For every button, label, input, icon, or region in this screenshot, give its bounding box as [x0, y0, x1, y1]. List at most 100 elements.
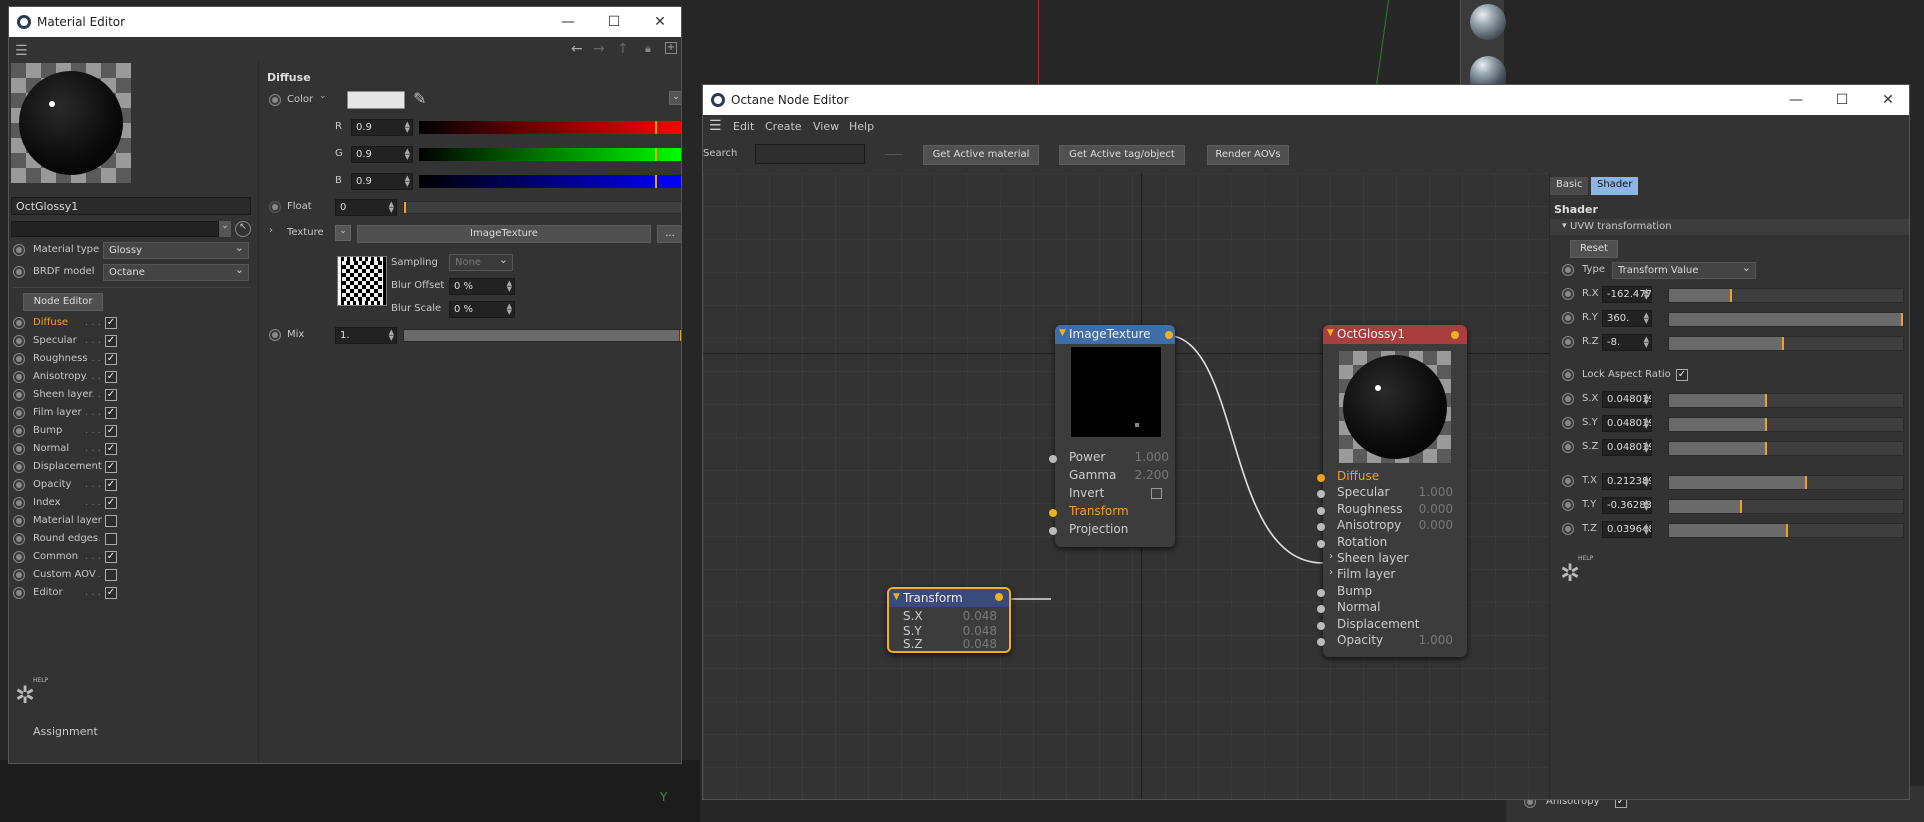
lock-aspect-checkbox[interactable]: ✓	[1676, 369, 1688, 381]
attribute-radio[interactable]	[1562, 499, 1574, 511]
attribute-radio[interactable]	[1562, 312, 1574, 324]
layer-dropdown-icon[interactable]: ⌄	[219, 221, 231, 237]
mix-radio[interactable]	[269, 329, 281, 341]
float-slider-handle[interactable]	[404, 202, 406, 213]
channel-checkbox[interactable]: ✓	[105, 479, 117, 491]
channel-radio[interactable]	[13, 425, 25, 437]
channel-radio[interactable]	[13, 533, 25, 545]
imagetexture-output-port[interactable]	[1165, 331, 1173, 339]
blur-offset-field[interactable]: 0 % ▲ ▼	[449, 278, 515, 295]
channel-radio[interactable]	[13, 461, 25, 473]
attribute-slider-handle[interactable]	[1765, 394, 1768, 407]
attribute-slider[interactable]	[1668, 393, 1904, 408]
attribute-slider[interactable]	[1668, 312, 1904, 327]
float-value-field[interactable]: 0 ▲ ▼	[335, 199, 397, 216]
octglossy-input-port[interactable]	[1317, 605, 1325, 614]
octglossy-input-port[interactable]	[1317, 539, 1325, 548]
node-graph-canvas[interactable]: ▼ ImageTexture Power 1.000 Gamma 2.200 In…	[703, 173, 1549, 799]
channel-radio[interactable]	[13, 587, 25, 599]
attribute-slider[interactable]	[1668, 288, 1904, 303]
channel-label[interactable]: Diffuse	[33, 317, 68, 328]
channel-label[interactable]: Roughness	[33, 353, 88, 364]
attribute-slider-handle[interactable]	[1739, 500, 1742, 513]
channel-label[interactable]: Anisotropy	[33, 371, 86, 382]
search-input[interactable]	[755, 144, 865, 164]
eyedropper-icon[interactable]: ✎	[413, 89, 426, 108]
transform-output-port[interactable]	[995, 593, 1003, 601]
expand-arrow-icon[interactable]: ⌄	[319, 91, 327, 101]
attribute-value-field[interactable]: -162.4778▲▼	[1602, 286, 1652, 303]
channel-checkbox[interactable]: ✓	[105, 371, 117, 383]
attribute-slider-handle[interactable]	[1786, 524, 1789, 537]
octglossy-input-port[interactable]	[1317, 506, 1325, 515]
texture-dropdown-icon[interactable]: ⌄	[335, 225, 351, 241]
collapse-triangle-icon[interactable]: ▼	[1327, 328, 1334, 338]
tab-basic[interactable]: Basic	[1550, 177, 1589, 195]
minimize-icon[interactable]: —	[557, 11, 579, 33]
channel-checkbox[interactable]: ✓	[105, 389, 117, 401]
channel-checkbox[interactable]	[105, 533, 117, 545]
channel-checkbox[interactable]: ✓	[105, 461, 117, 473]
channel-radio[interactable]	[13, 407, 25, 419]
transform-node-header[interactable]: ▼ Transform	[889, 589, 1009, 607]
color-radio[interactable]	[269, 94, 281, 106]
back-arrow-icon[interactable]: ←	[571, 41, 583, 57]
type-select[interactable]: Transform Value	[1612, 261, 1756, 279]
channel-checkbox[interactable]: ✓	[105, 407, 117, 419]
octglossy-node-header[interactable]: ▼ OctGlossy1	[1323, 325, 1467, 344]
attribute-slider-handle[interactable]	[1765, 418, 1768, 431]
color-mode-dropdown-icon[interactable]: ⌄	[669, 91, 681, 105]
octane-help-icon[interactable]: ✲ HELP	[1558, 555, 1593, 587]
float-slider[interactable]	[403, 201, 681, 214]
assignment-tab[interactable]: Assignment	[33, 725, 98, 738]
transform-input-port[interactable]	[1049, 509, 1057, 517]
channel-label[interactable]: Specular	[33, 335, 77, 346]
channel-radio[interactable]	[13, 335, 25, 347]
channel-checkbox[interactable]: ✓	[105, 317, 117, 329]
mix-value-field[interactable]: 1. ▲ ▼	[335, 327, 397, 344]
channel-checkbox[interactable]: ✓	[105, 587, 117, 599]
octglossy-node[interactable]: ▼ OctGlossy1 Diffuse Specular 1.000 Roughnes…	[1317, 325, 1467, 657]
attribute-value-field[interactable]: 0.039648 ▲ ▼	[1602, 521, 1652, 538]
blur-scale-field[interactable]: 0 % ▲ ▼	[449, 301, 515, 318]
menu-create[interactable]: Create	[765, 120, 802, 133]
attribute-slider-handle[interactable]	[1901, 313, 1903, 326]
invert-checkbox[interactable]	[1151, 488, 1162, 499]
expand-arrow-icon[interactable]: ›	[1329, 567, 1333, 578]
attribute-radio[interactable]	[1562, 523, 1574, 535]
mix-slider-handle[interactable]	[680, 330, 681, 341]
menu-help[interactable]: Help	[849, 120, 874, 133]
attribute-slider-handle[interactable]	[1781, 337, 1784, 350]
b-slider-handle[interactable]	[654, 175, 657, 188]
material-layer-field[interactable]	[11, 221, 219, 237]
menu-edit[interactable]: Edit	[733, 120, 754, 133]
texture-thumbnail[interactable]	[337, 256, 387, 306]
r-value-field[interactable]: 0.9 ▲ ▼	[351, 119, 413, 136]
attribute-slider[interactable]	[1668, 523, 1904, 538]
octglossy-output-port[interactable]	[1451, 331, 1459, 339]
material-preview[interactable]	[11, 63, 131, 183]
channel-checkbox[interactable]: ✓	[105, 425, 117, 437]
attribute-value-field[interactable]: 0.048019 ▲ ▼	[1602, 391, 1652, 408]
channel-radio[interactable]	[13, 443, 25, 455]
channel-label[interactable]: Sheen layer	[33, 389, 93, 400]
channel-checkbox[interactable]: ✓	[105, 443, 117, 455]
channel-checkbox[interactable]: ✓	[105, 551, 117, 563]
attribute-slider-handle[interactable]	[1805, 476, 1808, 489]
material-preview-thumb[interactable]	[1470, 56, 1506, 86]
node-editor-button[interactable]: Node Editor	[23, 293, 103, 311]
forward-arrow-icon[interactable]: →	[593, 41, 605, 57]
projection-input-port[interactable]	[1049, 527, 1057, 535]
channel-radio[interactable]	[13, 317, 25, 329]
attribute-slider[interactable]	[1668, 499, 1904, 514]
octglossy-input-port[interactable]	[1317, 523, 1325, 532]
maximize-icon[interactable]: ☐	[1831, 89, 1853, 111]
material-name-field[interactable]: OctGlossy1	[11, 197, 251, 215]
lock-icon[interactable]: 🔒︎	[645, 42, 651, 56]
attribute-slider-handle[interactable]	[1765, 442, 1768, 455]
channel-label[interactable]: Common	[33, 551, 78, 562]
power-input-port[interactable]	[1049, 455, 1057, 463]
get-active-material-button[interactable]: Get Active material	[923, 145, 1039, 165]
r-slider-handle[interactable]	[654, 121, 657, 134]
imagetexture-node-header[interactable]: ▼ ImageTexture	[1055, 325, 1175, 344]
